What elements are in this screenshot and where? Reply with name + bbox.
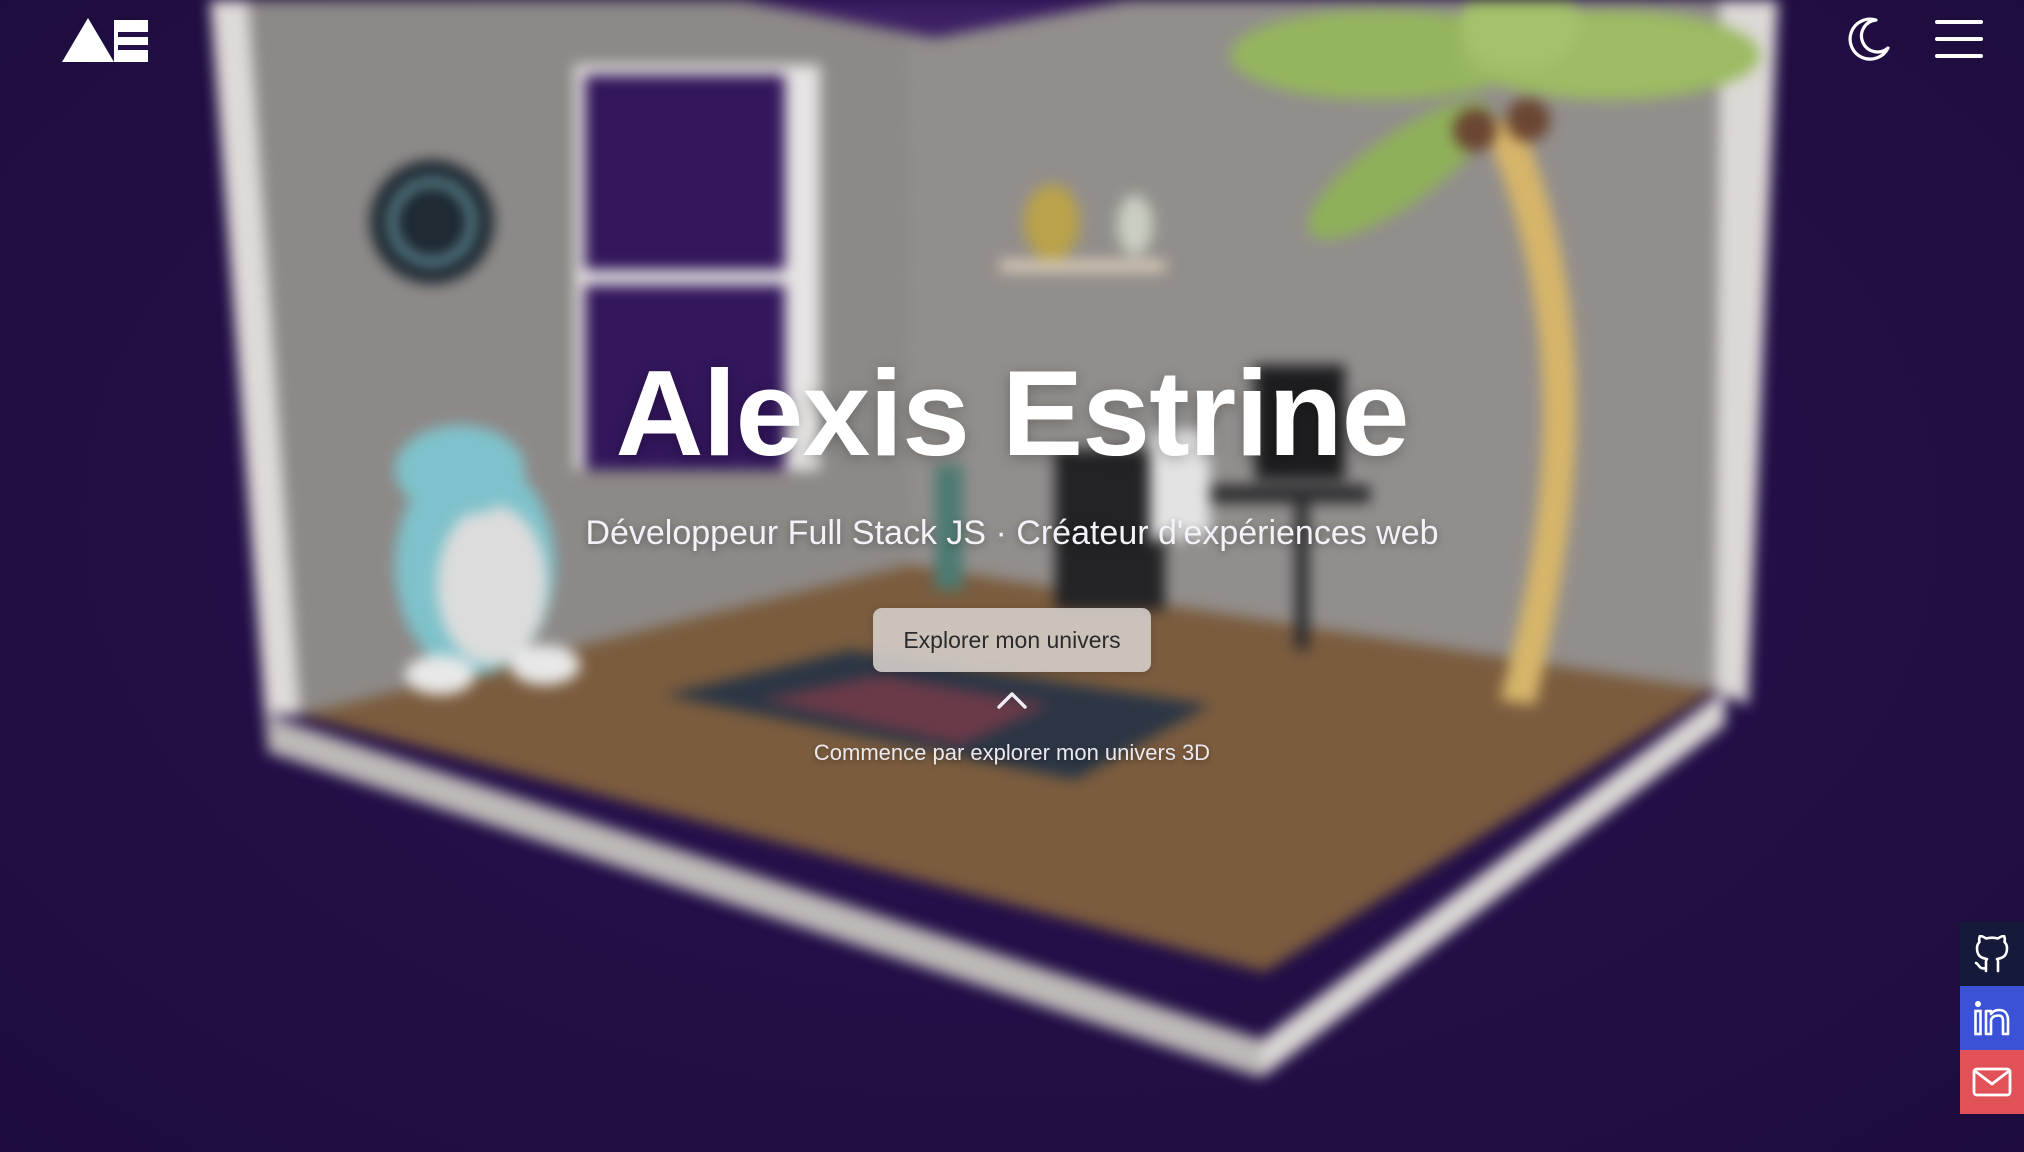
site-logo[interactable] (62, 18, 148, 62)
hamburger-menu-icon (1935, 20, 1983, 58)
mail-icon (1972, 1067, 2012, 1097)
email-link[interactable] (1960, 1050, 2024, 1114)
social-links-bar (1960, 922, 2024, 1114)
chevron-up-icon[interactable] (996, 688, 1028, 710)
hero-title: Alexis Estrine (615, 345, 1410, 481)
explore-universe-button[interactable]: Explorer mon univers (873, 608, 1151, 672)
linkedin-icon (1974, 1001, 2010, 1036)
room-3d-background (0, 0, 2024, 1152)
scroll-hint-text: Commence par explorer mon univers 3D (813, 740, 1211, 765)
hero-subtitle: Développeur Full Stack JS · Créateur d'e… (585, 514, 1439, 552)
github-icon (1974, 935, 2009, 973)
github-link[interactable] (1960, 922, 2024, 986)
theme-toggle-button[interactable] (1844, 14, 1894, 64)
menu-button[interactable] (1934, 14, 1984, 64)
linkedin-link[interactable] (1960, 986, 2024, 1050)
moon-icon (1848, 17, 1890, 61)
